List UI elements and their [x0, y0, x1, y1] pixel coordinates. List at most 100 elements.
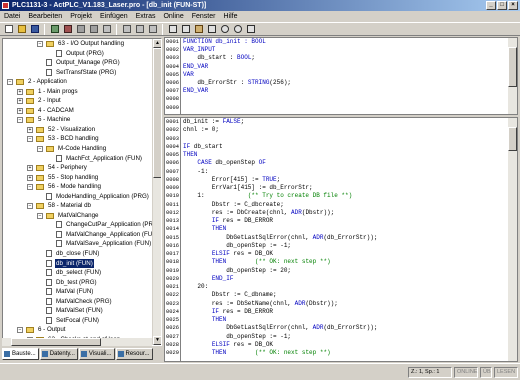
code-line[interactable]: 0003: [165, 135, 517, 143]
code-line[interactable]: 0004 IF db_start: [165, 143, 517, 151]
code-line[interactable]: 0027 db_openStep := -1;: [165, 333, 517, 341]
collapse-icon[interactable]: −: [37, 212, 43, 219]
close-button[interactable]: ×: [508, 1, 518, 10]
code-line[interactable]: 0006 db_ErrorStr : STRING(256);: [165, 79, 517, 87]
code-line[interactable]: 0011 Dbstr := C_dbcreate;: [165, 201, 517, 209]
tree-folder[interactable]: +1 - Main progs: [3, 87, 153, 97]
code-line[interactable]: 0006 CASE db_openStep OF: [165, 159, 517, 167]
find-next-icon[interactable]: [232, 24, 243, 35]
code-line[interactable]: 0017 ELSIF res = DB_OK: [165, 250, 517, 258]
expand-icon[interactable]: +: [27, 174, 33, 181]
code-editor[interactable]: 0001 db_init := FALSE; 0002 chnl := 0; 0003 0…: [164, 117, 518, 362]
tree-folder[interactable]: − 58 - Material db: [3, 201, 153, 211]
collapse-icon[interactable]: −: [37, 41, 43, 47]
tree-folder[interactable]: − 53 - BCD handling: [3, 134, 153, 144]
code-line[interactable]: 0029 THEN (** OK: next step **): [165, 349, 517, 357]
code-scrollbar[interactable]: [508, 118, 517, 361]
tree-folder[interactable]: +4 - CADCAM: [3, 106, 153, 116]
menu-online[interactable]: Online: [162, 13, 184, 20]
code-line[interactable]: 0020 END_IF: [165, 275, 517, 283]
code-line[interactable]: 0003 db_start : BOOL;: [165, 54, 517, 62]
code-line[interactable]: 0015 DbGetLastSqlError(chnl, ADR(db_Erro…: [165, 234, 517, 242]
collapse-icon[interactable]: −: [27, 184, 33, 191]
code-line[interactable]: 0008: [165, 95, 517, 103]
menu-bearbeiten[interactable]: Bearbeiten: [27, 13, 63, 20]
expand-icon[interactable]: +: [27, 126, 33, 133]
tab-ressourcen[interactable]: Resour...: [115, 348, 153, 360]
tree-pou-item[interactable]: SetTransfState (PRG): [3, 68, 153, 78]
code-line[interactable]: 0009: [165, 104, 517, 112]
maximize-button[interactable]: □: [497, 1, 507, 10]
tree-pou-item[interactable]: MachFct_Application (FUN): [3, 154, 153, 164]
tree-vertical-scrollbar[interactable]: ▲ ▼: [152, 39, 161, 345]
code-line[interactable]: 0022 Dbstr := C_dbname;: [165, 291, 517, 299]
collapse-icon[interactable]: −: [17, 117, 23, 124]
code-line[interactable]: 0002 chnl := 0;: [165, 126, 517, 134]
stop-icon[interactable]: [88, 24, 99, 35]
tree-pou-item[interactable]: MatValChange_Application (FUN): [3, 230, 159, 240]
code-line[interactable]: 0010 1: (** Try to create DB file **): [165, 192, 517, 200]
declaration-editor[interactable]: 0001 FUNCTION db_init : BOOL 0002 VAR_INPUT…: [164, 37, 518, 115]
tree-horizontal-scrollbar[interactable]: [2, 338, 152, 346]
code-line[interactable]: 0014 THEN: [165, 225, 517, 233]
code-line[interactable]: 0005 VAR: [165, 71, 517, 79]
code-line[interactable]: 0008 Error[415] := TRUE;: [165, 176, 517, 184]
breakpoint-icon[interactable]: [101, 24, 112, 35]
code-line[interactable]: 0001 db_init := FALSE;: [165, 118, 517, 126]
code-line[interactable]: 0013 IF res = DB_ERROR: [165, 217, 517, 225]
save-icon[interactable]: [29, 24, 40, 35]
tree-pou-item[interactable]: MatValCheck (PRG): [3, 297, 153, 307]
tree-folder[interactable]: +2 - Input: [3, 96, 153, 106]
tree-pou-item[interactable]: ChangeCutPar_Application (PRG): [3, 220, 160, 230]
tree-pou-item[interactable]: MatValSet (FUN): [3, 306, 153, 316]
tree-hscroll-thumb[interactable]: [11, 338, 101, 346]
copy-icon[interactable]: [180, 24, 191, 35]
code-line[interactable]: 0018 THEN (** OK: next step **): [165, 258, 517, 266]
menu-extras[interactable]: Extras: [135, 13, 157, 20]
menu-projekt[interactable]: Projekt: [69, 13, 93, 20]
code-line[interactable]: 0001 FUNCTION db_init : BOOL: [165, 38, 517, 46]
input-assistant-icon[interactable]: [245, 24, 256, 35]
run-icon[interactable]: [75, 24, 86, 35]
declaration-scrollbar[interactable]: [508, 38, 517, 114]
tree-folder[interactable]: − 5 - Machine: [3, 115, 153, 125]
code-line[interactable]: 0009 ErrVar1[415] := db_ErrorStr;: [165, 184, 517, 192]
tree-folder[interactable]: − 2 - Application: [3, 77, 153, 87]
step-over-icon[interactable]: [121, 24, 132, 35]
code-line[interactable]: 0005 THEN: [165, 151, 517, 159]
tree-pou-item[interactable]: MatVal (FUN): [3, 287, 153, 297]
login-icon[interactable]: [49, 24, 60, 35]
menu-einfuegen[interactable]: Einfügen: [99, 13, 129, 20]
tree-pou-item[interactable]: Output_Manage (PRG): [3, 58, 153, 68]
open-folder-icon[interactable]: [16, 24, 27, 35]
collapse-icon[interactable]: −: [37, 146, 43, 153]
scroll-down-icon[interactable]: ▼: [153, 336, 161, 345]
expand-icon[interactable]: +: [27, 165, 33, 172]
code-line[interactable]: 0002 VAR_INPUT: [165, 46, 517, 54]
tree-folder[interactable]: +52 - Visualization: [3, 125, 153, 135]
tree-folder[interactable]: − 56 - Mode handling: [3, 182, 153, 192]
code-line[interactable]: 0007 -1:: [165, 168, 517, 176]
expand-icon[interactable]: +: [17, 98, 23, 105]
tree-scroll-thumb[interactable]: [153, 48, 161, 178]
code-scroll-thumb[interactable]: [508, 127, 517, 151]
scroll-up-icon[interactable]: ▲: [153, 39, 161, 48]
collapse-icon[interactable]: −: [17, 327, 23, 334]
tree-pou-item[interactable]: db_select (FUN): [3, 268, 153, 278]
tree-folder[interactable]: +55 - Stop handling: [3, 173, 153, 183]
code-line[interactable]: 0021 20:: [165, 283, 517, 291]
tree-pou-item[interactable]: ModeHandling_Application (PRG): [3, 192, 153, 202]
delete-icon[interactable]: [206, 24, 217, 35]
code-line[interactable]: 0012 res := DbCreate(chnl, ADR(Dbstr));: [165, 209, 517, 217]
tree-folder[interactable]: − MatValChange: [3, 211, 153, 221]
find-icon[interactable]: [219, 24, 230, 35]
expand-icon[interactable]: +: [17, 88, 23, 95]
menu-datei[interactable]: Datei: [3, 13, 21, 20]
menu-fenster[interactable]: Fenster: [191, 13, 217, 20]
declaration-scroll-thumb[interactable]: [508, 47, 517, 87]
logout-icon[interactable]: [62, 24, 73, 35]
code-line[interactable]: 0019 db_openStep := 20;: [165, 267, 517, 275]
code-line[interactable]: 0026 DbGetLastSqlError(chnl, ADR(db_Erro…: [165, 324, 517, 332]
code-line[interactable]: 0028 ELSIF res = DB_OK: [165, 341, 517, 349]
tree-folder[interactable]: − 6 - Output: [3, 325, 153, 335]
